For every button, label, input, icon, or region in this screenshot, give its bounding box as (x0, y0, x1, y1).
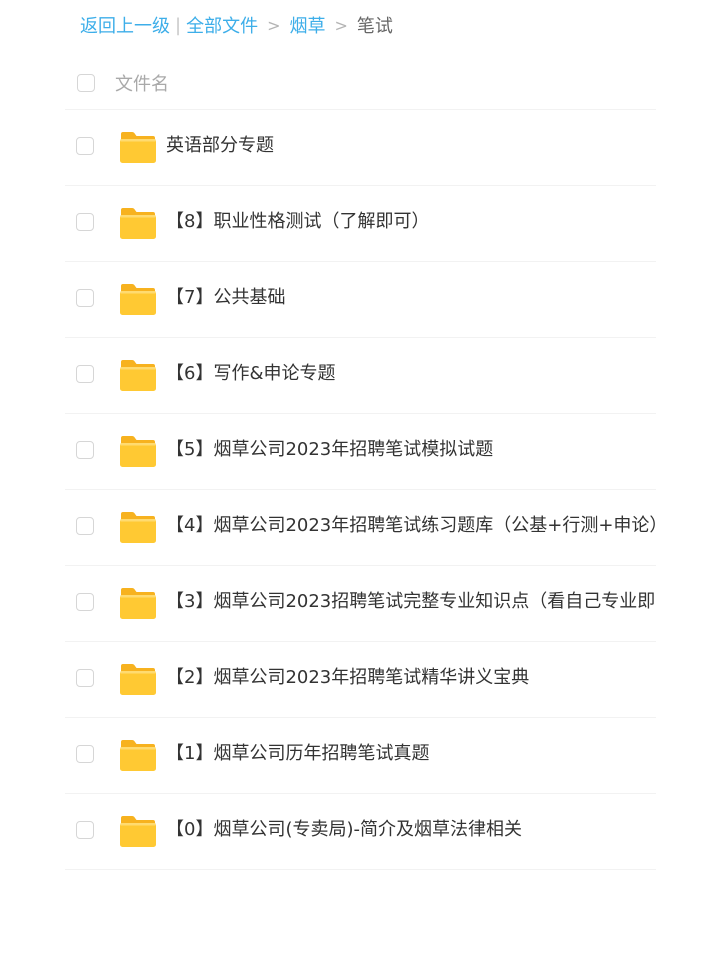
select-all-checkbox[interactable] (77, 74, 95, 92)
row-checkbox[interactable] (76, 365, 94, 383)
file-name[interactable]: 【3】烟草公司2023招聘笔试完整专业知识点（看自己专业即可） (166, 590, 656, 614)
list-item[interactable]: 英语部分专题 (65, 110, 656, 186)
file-name[interactable]: 英语部分专题 (166, 134, 274, 158)
file-name[interactable]: 【4】烟草公司2023年招聘笔试练习题库（公基+行测+申论） (166, 514, 656, 538)
folder-icon (119, 663, 157, 696)
folder-icon (119, 359, 157, 392)
folder-icon (119, 587, 157, 620)
breadcrumb-separator-icon: > (334, 15, 348, 35)
list-item[interactable]: 【5】烟草公司2023年招聘笔试模拟试题 (65, 414, 656, 490)
row-checkbox[interactable] (76, 669, 94, 687)
breadcrumb-all-files[interactable]: 全部文件 (186, 12, 258, 38)
folder-icon (119, 815, 157, 848)
file-name[interactable]: 【0】烟草公司(专卖局)-简介及烟草法律相关 (166, 818, 522, 842)
file-list-body: 英语部分专题【8】职业性格测试（了解即可） 【7】公共基础【6】写作&申论专题【5… (65, 110, 656, 870)
file-list: 文件名 英语部分专题【8】职业性格测试（了解即可） 【7】公共基础【6】写作&申论… (65, 57, 656, 870)
folder-icon (119, 435, 157, 468)
row-checkbox[interactable] (76, 137, 94, 155)
list-item[interactable]: 【8】职业性格测试（了解即可） (65, 186, 656, 262)
row-checkbox[interactable] (76, 441, 94, 459)
breadcrumb-current: 笔试 (356, 16, 393, 37)
list-item[interactable]: 【2】烟草公司2023年招聘笔试精华讲义宝典 (65, 642, 656, 718)
list-item[interactable]: 【7】公共基础 (65, 262, 656, 338)
row-checkbox[interactable] (76, 745, 94, 763)
list-item[interactable]: 【3】烟草公司2023招聘笔试完整专业知识点（看自己专业即可） (65, 566, 656, 642)
breadcrumb-divider: | (175, 14, 182, 36)
file-name[interactable]: 【2】烟草公司2023年招聘笔试精华讲义宝典 (166, 666, 529, 690)
list-item[interactable]: 【1】烟草公司历年招聘笔试真题 (65, 718, 656, 794)
file-name[interactable]: 【6】写作&申论专题 (166, 362, 336, 386)
breadcrumb-separator-icon: > (267, 15, 281, 35)
breadcrumb: 返回上一级 | 全部文件 > 烟草 > 笔试 (80, 12, 393, 38)
folder-icon (119, 511, 157, 544)
file-name[interactable]: 【5】烟草公司2023年招聘笔试模拟试题 (166, 438, 493, 462)
file-name[interactable]: 【8】职业性格测试（了解即可） (166, 210, 429, 234)
list-item[interactable]: 【0】烟草公司(专卖局)-简介及烟草法律相关 (65, 794, 656, 870)
column-header-filename: 文件名 (115, 74, 169, 95)
back-link[interactable]: 返回上一级 (80, 12, 170, 38)
row-checkbox[interactable] (76, 213, 94, 231)
list-item[interactable]: 【6】写作&申论专题 (65, 338, 656, 414)
row-checkbox[interactable] (76, 289, 94, 307)
folder-icon (119, 283, 157, 316)
file-name[interactable]: 【7】公共基础 (166, 286, 285, 310)
list-item[interactable]: 【4】烟草公司2023年招聘笔试练习题库（公基+行测+申论） (65, 490, 656, 566)
file-name[interactable]: 【1】烟草公司历年招聘笔试真题 (166, 742, 429, 766)
folder-icon (119, 207, 157, 240)
file-list-header: 文件名 (65, 57, 656, 110)
breadcrumb-parent[interactable]: 烟草 (289, 12, 325, 38)
folder-icon (119, 131, 157, 164)
row-checkbox[interactable] (76, 821, 94, 839)
row-checkbox[interactable] (76, 517, 94, 535)
row-checkbox[interactable] (76, 593, 94, 611)
folder-icon (119, 739, 157, 772)
